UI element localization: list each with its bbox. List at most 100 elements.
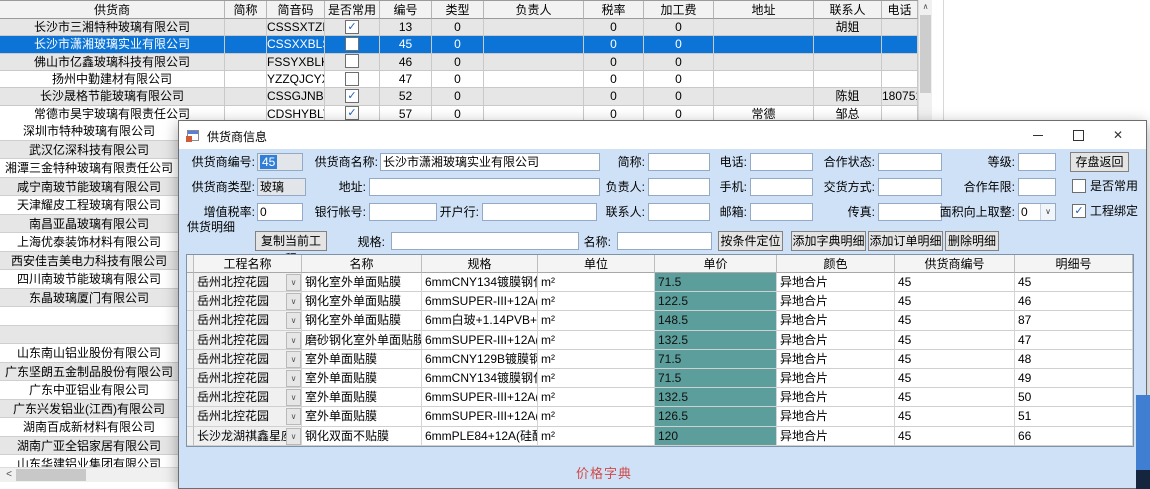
cell[interactable] — [325, 54, 380, 71]
cell[interactable]: 45 — [895, 350, 1015, 369]
cell[interactable]: 71.5 — [655, 273, 777, 292]
cell[interactable]: 6mmSUPER-III+12A(硅... — [422, 331, 538, 350]
cell[interactable]: m² — [538, 292, 655, 311]
supplier-list-item[interactable] — [0, 326, 178, 345]
grid-row[interactable]: 岳州北控花园∨室外单面贴膜6mmCNY134镀膜钢化m²71.5异地合片4549 — [187, 369, 1133, 388]
cell[interactable] — [882, 36, 918, 53]
maximize-icon[interactable] — [1058, 121, 1098, 149]
supplier-list-item[interactable]: 山东南山铝业股份有限公司 — [0, 344, 178, 363]
cell[interactable] — [814, 54, 882, 71]
cell[interactable]: 0 — [644, 36, 714, 53]
cell[interactable]: 0 — [432, 19, 484, 36]
area-roundup-select[interactable]: 0∨ — [1018, 203, 1056, 221]
grid-row[interactable]: 岳州北控花园∨钢化室外单面贴膜6mm白玻+1.14PVB+6mm...m²148… — [187, 311, 1133, 330]
cell[interactable] — [225, 54, 267, 71]
cell[interactable] — [882, 71, 918, 88]
cell[interactable]: 45 — [895, 407, 1015, 426]
cell[interactable]: 0 — [584, 71, 644, 88]
chevron-down-icon[interactable]: ∨ — [286, 351, 301, 368]
cell[interactable]: CSSGJNBLYXGS — [267, 88, 325, 105]
cell[interactable] — [325, 71, 380, 88]
add-order-detail-button[interactable]: 添加订单明细 — [868, 231, 943, 251]
common-use-checkbox[interactable]: 是否常用 — [1072, 178, 1138, 194]
cell[interactable]: 0 — [584, 36, 644, 53]
supplier-list-item[interactable]: 广东坚朗五金制品股份有限公司 — [0, 363, 178, 382]
supplier-table-hscrollbar[interactable]: < — [0, 467, 178, 482]
cell[interactable] — [225, 88, 267, 105]
supplier-list-item[interactable]: 山东华建铝业集团有限公司 — [0, 455, 178, 467]
supplier-list-item[interactable] — [0, 307, 178, 326]
cell[interactable]: 0 — [644, 88, 714, 105]
cell[interactable] — [225, 19, 267, 36]
supplier-list-item[interactable]: 湖南百成新材料有限公司 — [0, 418, 178, 437]
delivery-method-field[interactable] — [878, 178, 942, 196]
cell[interactable]: 0 — [432, 71, 484, 88]
contact-field[interactable] — [648, 203, 710, 221]
mobile-field[interactable] — [750, 178, 813, 196]
cell[interactable]: ✓ — [325, 19, 380, 36]
cell[interactable]: 6mmSUPER-III+12A(硅... — [422, 292, 538, 311]
chevron-down-icon[interactable]: ∨ — [286, 293, 301, 310]
cell[interactable]: 磨砂钢化室外单面贴膜 — [302, 331, 422, 350]
vat-rate-field[interactable]: 0 — [257, 203, 303, 221]
grid-row[interactable]: 岳州北控花园∨室外单面贴膜6mmCNY129B镀膜钢化m²71.5异地合片454… — [187, 350, 1133, 369]
cell[interactable]: 180751 — [882, 88, 918, 105]
cell[interactable]: m² — [538, 350, 655, 369]
common-use-checkbox[interactable] — [345, 72, 359, 86]
cell[interactable]: 异地合片 — [777, 427, 895, 446]
common-use-checkbox[interactable]: ✓ — [345, 106, 359, 120]
cell[interactable]: 异地合片 — [777, 273, 895, 292]
chevron-down-icon[interactable]: ∨ — [286, 332, 301, 349]
column-header[interactable]: 联系人 — [814, 1, 882, 19]
row-indicator[interactable] — [187, 292, 194, 311]
cell[interactable]: 6mmPLE84+12A(硅酮胶... — [422, 427, 538, 446]
cell[interactable]: 45 — [895, 292, 1015, 311]
cell[interactable] — [714, 19, 814, 36]
cell[interactable]: 45 — [895, 427, 1015, 446]
cell[interactable]: 室外单面贴膜 — [302, 369, 422, 388]
grid-row[interactable]: 长沙龙湖祺鑫星座∨钢化双面不贴膜6mmPLE84+12A(硅酮胶...m²120… — [187, 427, 1133, 446]
cell[interactable]: 120 — [655, 427, 777, 446]
cell[interactable]: 长沙晟格节能玻璃有限公司 — [0, 88, 225, 105]
cell[interactable] — [484, 54, 584, 71]
cell[interactable]: 钢化室外单面贴膜 — [302, 273, 422, 292]
column-header[interactable]: 加工费 — [644, 1, 714, 19]
column-header[interactable]: 简音码 — [267, 1, 325, 19]
supplier-list-item[interactable]: 天津耀皮工程玻璃有限公司 — [0, 196, 178, 215]
cell[interactable]: 45 — [895, 331, 1015, 350]
cell[interactable]: 71.5 — [655, 369, 777, 388]
cell[interactable]: 佛山市亿鑫玻璃科技有限公司 — [0, 54, 225, 71]
supplier-list-item[interactable]: 湖南广亚全铝家居有限公司 — [0, 437, 178, 456]
row-indicator[interactable] — [187, 331, 194, 350]
cell[interactable]: 0 — [432, 36, 484, 53]
cell[interactable]: 52 — [380, 88, 432, 105]
supplier-list-item[interactable]: 广东中亚铝业有限公司 — [0, 381, 178, 400]
chevron-down-icon[interactable]: ∨ — [286, 370, 301, 387]
cell[interactable]: 6mm白玻+1.14PVB+6mm... — [422, 311, 538, 330]
cell[interactable] — [225, 71, 267, 88]
spec-input[interactable] — [391, 232, 579, 250]
cell[interactable]: 异地合片 — [777, 388, 895, 407]
common-use-checkbox[interactable] — [345, 54, 359, 68]
common-use-checkbox[interactable]: ✓ — [345, 20, 359, 34]
cell[interactable]: 0 — [644, 19, 714, 36]
table-row[interactable]: 佛山市亿鑫玻璃科技有限公司FSSYXBLKJ...46000 — [0, 54, 918, 71]
cell[interactable]: 6mmCNY134镀膜钢化 — [422, 369, 538, 388]
supplier-list-item[interactable]: 南昌亚晶玻璃有限公司 — [0, 215, 178, 234]
add-dict-detail-button[interactable]: 添加字典明细 — [791, 231, 866, 251]
cell[interactable] — [882, 54, 918, 71]
close-icon[interactable]: ✕ — [1098, 121, 1138, 149]
coop-status-field[interactable] — [878, 153, 942, 171]
cell[interactable]: CSSXXBLSY... — [267, 36, 325, 53]
cell[interactable] — [814, 71, 882, 88]
grid-row[interactable]: 岳州北控花园∨钢化室外单面贴膜6mmCNY134镀膜钢化m²71.5异地合片45… — [187, 273, 1133, 292]
cell[interactable] — [484, 36, 584, 53]
cell[interactable]: 66 — [1015, 427, 1133, 446]
cell[interactable]: 钢化室外单面贴膜 — [302, 311, 422, 330]
cell[interactable]: 异地合片 — [777, 311, 895, 330]
row-indicator[interactable] — [187, 311, 194, 330]
row-indicator[interactable] — [187, 388, 194, 407]
cell[interactable]: 胡姐 — [814, 19, 882, 36]
column-header[interactable]: 颜色 — [777, 255, 895, 273]
minimize-icon[interactable] — [1018, 121, 1058, 149]
